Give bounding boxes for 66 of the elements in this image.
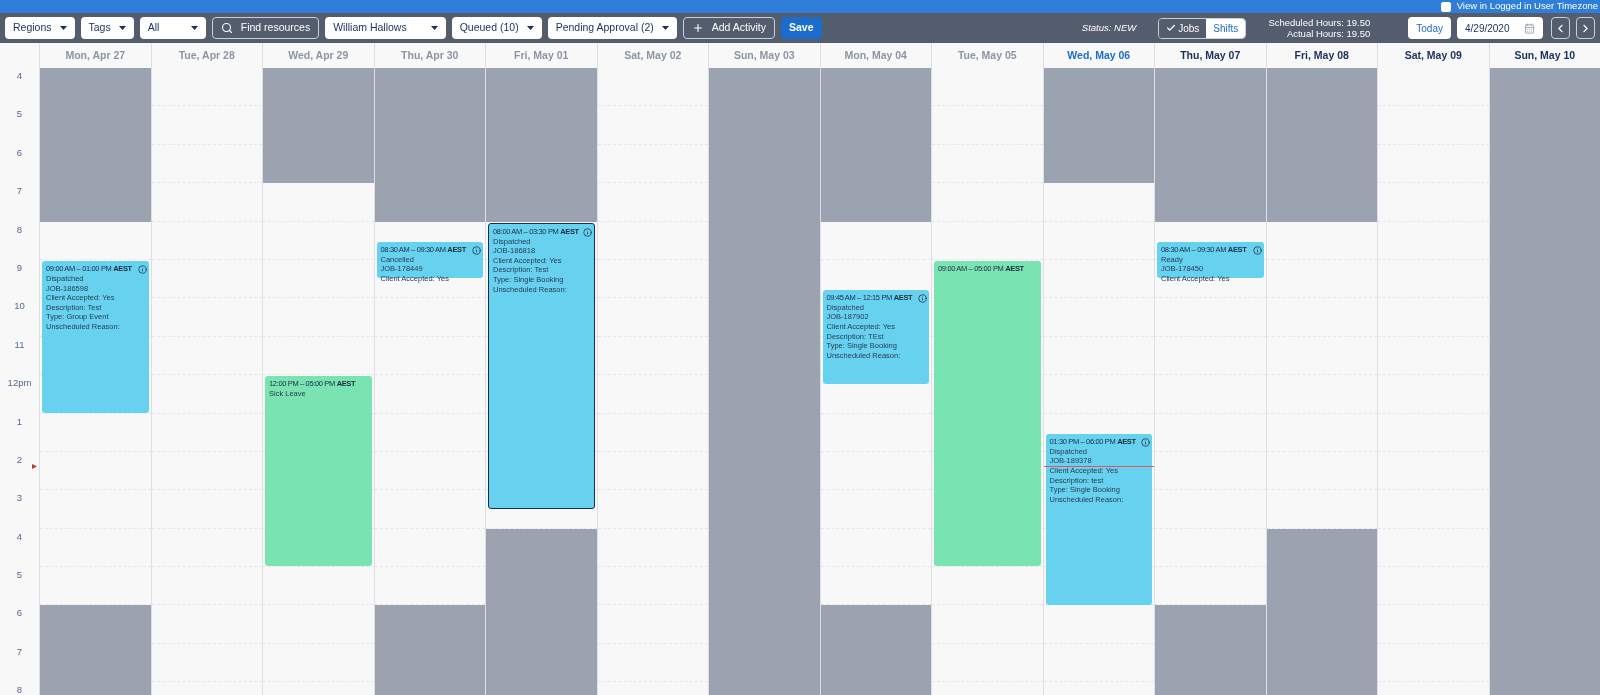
hour-label: 12pm	[7, 376, 32, 391]
day-header: Fri, May 08	[1294, 47, 1349, 63]
dropdown-button[interactable]: Pending Approval (2)	[547, 17, 677, 39]
today-button[interactable]: Today	[1408, 17, 1451, 39]
hours-text: Actual Hours: 19.50	[1286, 28, 1371, 39]
hours-text: Scheduled Hours: 19.50	[1268, 17, 1371, 28]
hour-label: 6	[16, 145, 23, 160]
select-field[interactable]: All	[139, 17, 206, 39]
toggle-tab[interactable]: Shifts	[1206, 18, 1246, 38]
hour-label: 9	[16, 260, 23, 275]
select-field[interactable]: William Hallows	[325, 17, 446, 39]
calendar-icon	[1524, 22, 1535, 34]
hour-label: 5	[16, 568, 23, 583]
day-header: Tue, May 05	[957, 47, 1017, 63]
plus-icon	[691, 22, 704, 34]
hour-label: 8	[16, 683, 23, 695]
day-header: Sun, May 10	[1514, 47, 1576, 63]
day-header: Wed, Apr 29	[288, 47, 349, 63]
hour-label: 3	[16, 491, 23, 506]
checkbox[interactable]	[1440, 1, 1451, 12]
day-header: Thu, May 07	[1180, 47, 1241, 63]
info-icon[interactable]	[1141, 437, 1150, 447]
info-icon[interactable]	[472, 245, 481, 255]
day-header: Sat, May 09	[1404, 47, 1462, 63]
hour-label: 10	[14, 299, 25, 314]
previous-button[interactable]	[1551, 17, 1570, 39]
caret-icon	[430, 26, 438, 30]
hour-label: 4	[16, 69, 23, 83]
caret-icon	[661, 26, 669, 30]
add-activity-button[interactable]: Add Activity	[682, 17, 775, 39]
hour-label: 4	[16, 529, 23, 544]
day-header: Tue, Apr 28	[178, 47, 235, 63]
day-header: Sat, May 02	[624, 47, 682, 63]
info-icon[interactable]	[582, 227, 592, 237]
hour-label: 11	[14, 337, 25, 352]
caret-icon	[59, 26, 67, 30]
next-button[interactable]	[1576, 17, 1595, 39]
day-header: Wed, May 06	[1067, 47, 1131, 63]
day-header: Mon, Apr 27	[65, 47, 126, 63]
hour-label: 1	[16, 414, 23, 429]
hour-label: 7	[16, 184, 23, 199]
date-field[interactable]: 4/29/2020	[1457, 17, 1543, 39]
dropdown-button[interactable]: Queued (10)	[451, 17, 542, 39]
checkbox-label: View in Logged in User Timezone	[1456, 0, 1598, 14]
dropdown-button[interactable]: Tags	[80, 17, 134, 39]
dropdown-button[interactable]: Regions	[5, 17, 75, 39]
day-header: Fri, May 01	[514, 47, 569, 63]
caret-icon	[118, 26, 126, 30]
search-icon	[220, 22, 233, 34]
caret-icon	[190, 26, 198, 30]
info-icon[interactable]	[1252, 245, 1262, 255]
status-text: Status: NEW	[1081, 20, 1137, 35]
day-header: Sun, May 03	[733, 47, 795, 63]
hour-label: 2	[16, 452, 23, 467]
day-header: Thu, Apr 30	[401, 47, 459, 63]
caret-icon	[526, 26, 534, 30]
hour-label: 5	[16, 107, 23, 122]
check-icon	[1166, 23, 1177, 33]
hour-label: 6	[16, 606, 23, 621]
find-resources-button[interactable]: Find resources	[211, 17, 320, 39]
save-button[interactable]: Save	[781, 17, 822, 39]
hour-label: 8	[16, 222, 23, 237]
day-header: Mon, May 04	[844, 47, 907, 63]
info-icon[interactable]	[137, 265, 147, 274]
hour-label: 7	[16, 644, 23, 659]
info-icon[interactable]	[918, 293, 927, 303]
